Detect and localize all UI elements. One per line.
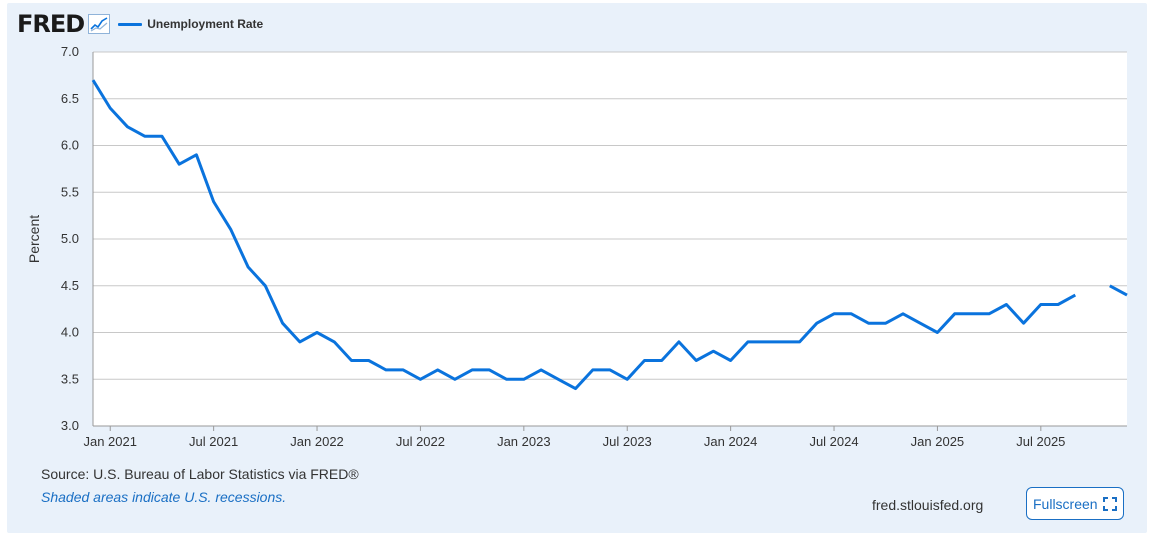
y-tick-label: 3.5 — [61, 371, 79, 386]
x-tick-label: Jul 2022 — [396, 434, 445, 449]
x-tick-label: Jul 2023 — [603, 434, 652, 449]
chart: 3.0 3.5 4.0 4.5 5.0 5.5 6.0 6.5 7.0 Jan 2021 Jul … — [26, 44, 1128, 449]
y-tick-label: 4.0 — [61, 325, 79, 340]
x-tick-label: Jan 2021 — [83, 434, 137, 449]
y-tick-label: 4.5 — [61, 278, 79, 293]
y-tick-label: 6.0 — [61, 138, 79, 153]
y-tick-label: 6.5 — [61, 91, 79, 106]
y-axis: 3.0 3.5 4.0 4.5 5.0 5.5 6.0 6.5 7.0 — [61, 44, 79, 433]
x-tick-label: Jan 2024 — [704, 434, 758, 449]
y-tick-label: 5.5 — [61, 184, 79, 199]
x-tick-label: Jan 2025 — [911, 434, 965, 449]
y-tick-label: 3.0 — [61, 418, 79, 433]
y-tick-label: 5.0 — [61, 231, 79, 246]
y-tick-label: 7.0 — [61, 44, 79, 59]
x-tick-label: Jan 2023 — [497, 434, 551, 449]
x-tick-label: Jul 2021 — [189, 434, 238, 449]
y-axis-label: Percent — [26, 215, 42, 263]
x-tick-label: Jul 2024 — [809, 434, 858, 449]
x-tick-label: Jan 2022 — [290, 434, 344, 449]
x-tick-label: Jul 2025 — [1016, 434, 1065, 449]
x-axis: Jan 2021 Jul 2021 Jan 2022 Jul 2022 Jan 2023… — [83, 425, 1127, 449]
